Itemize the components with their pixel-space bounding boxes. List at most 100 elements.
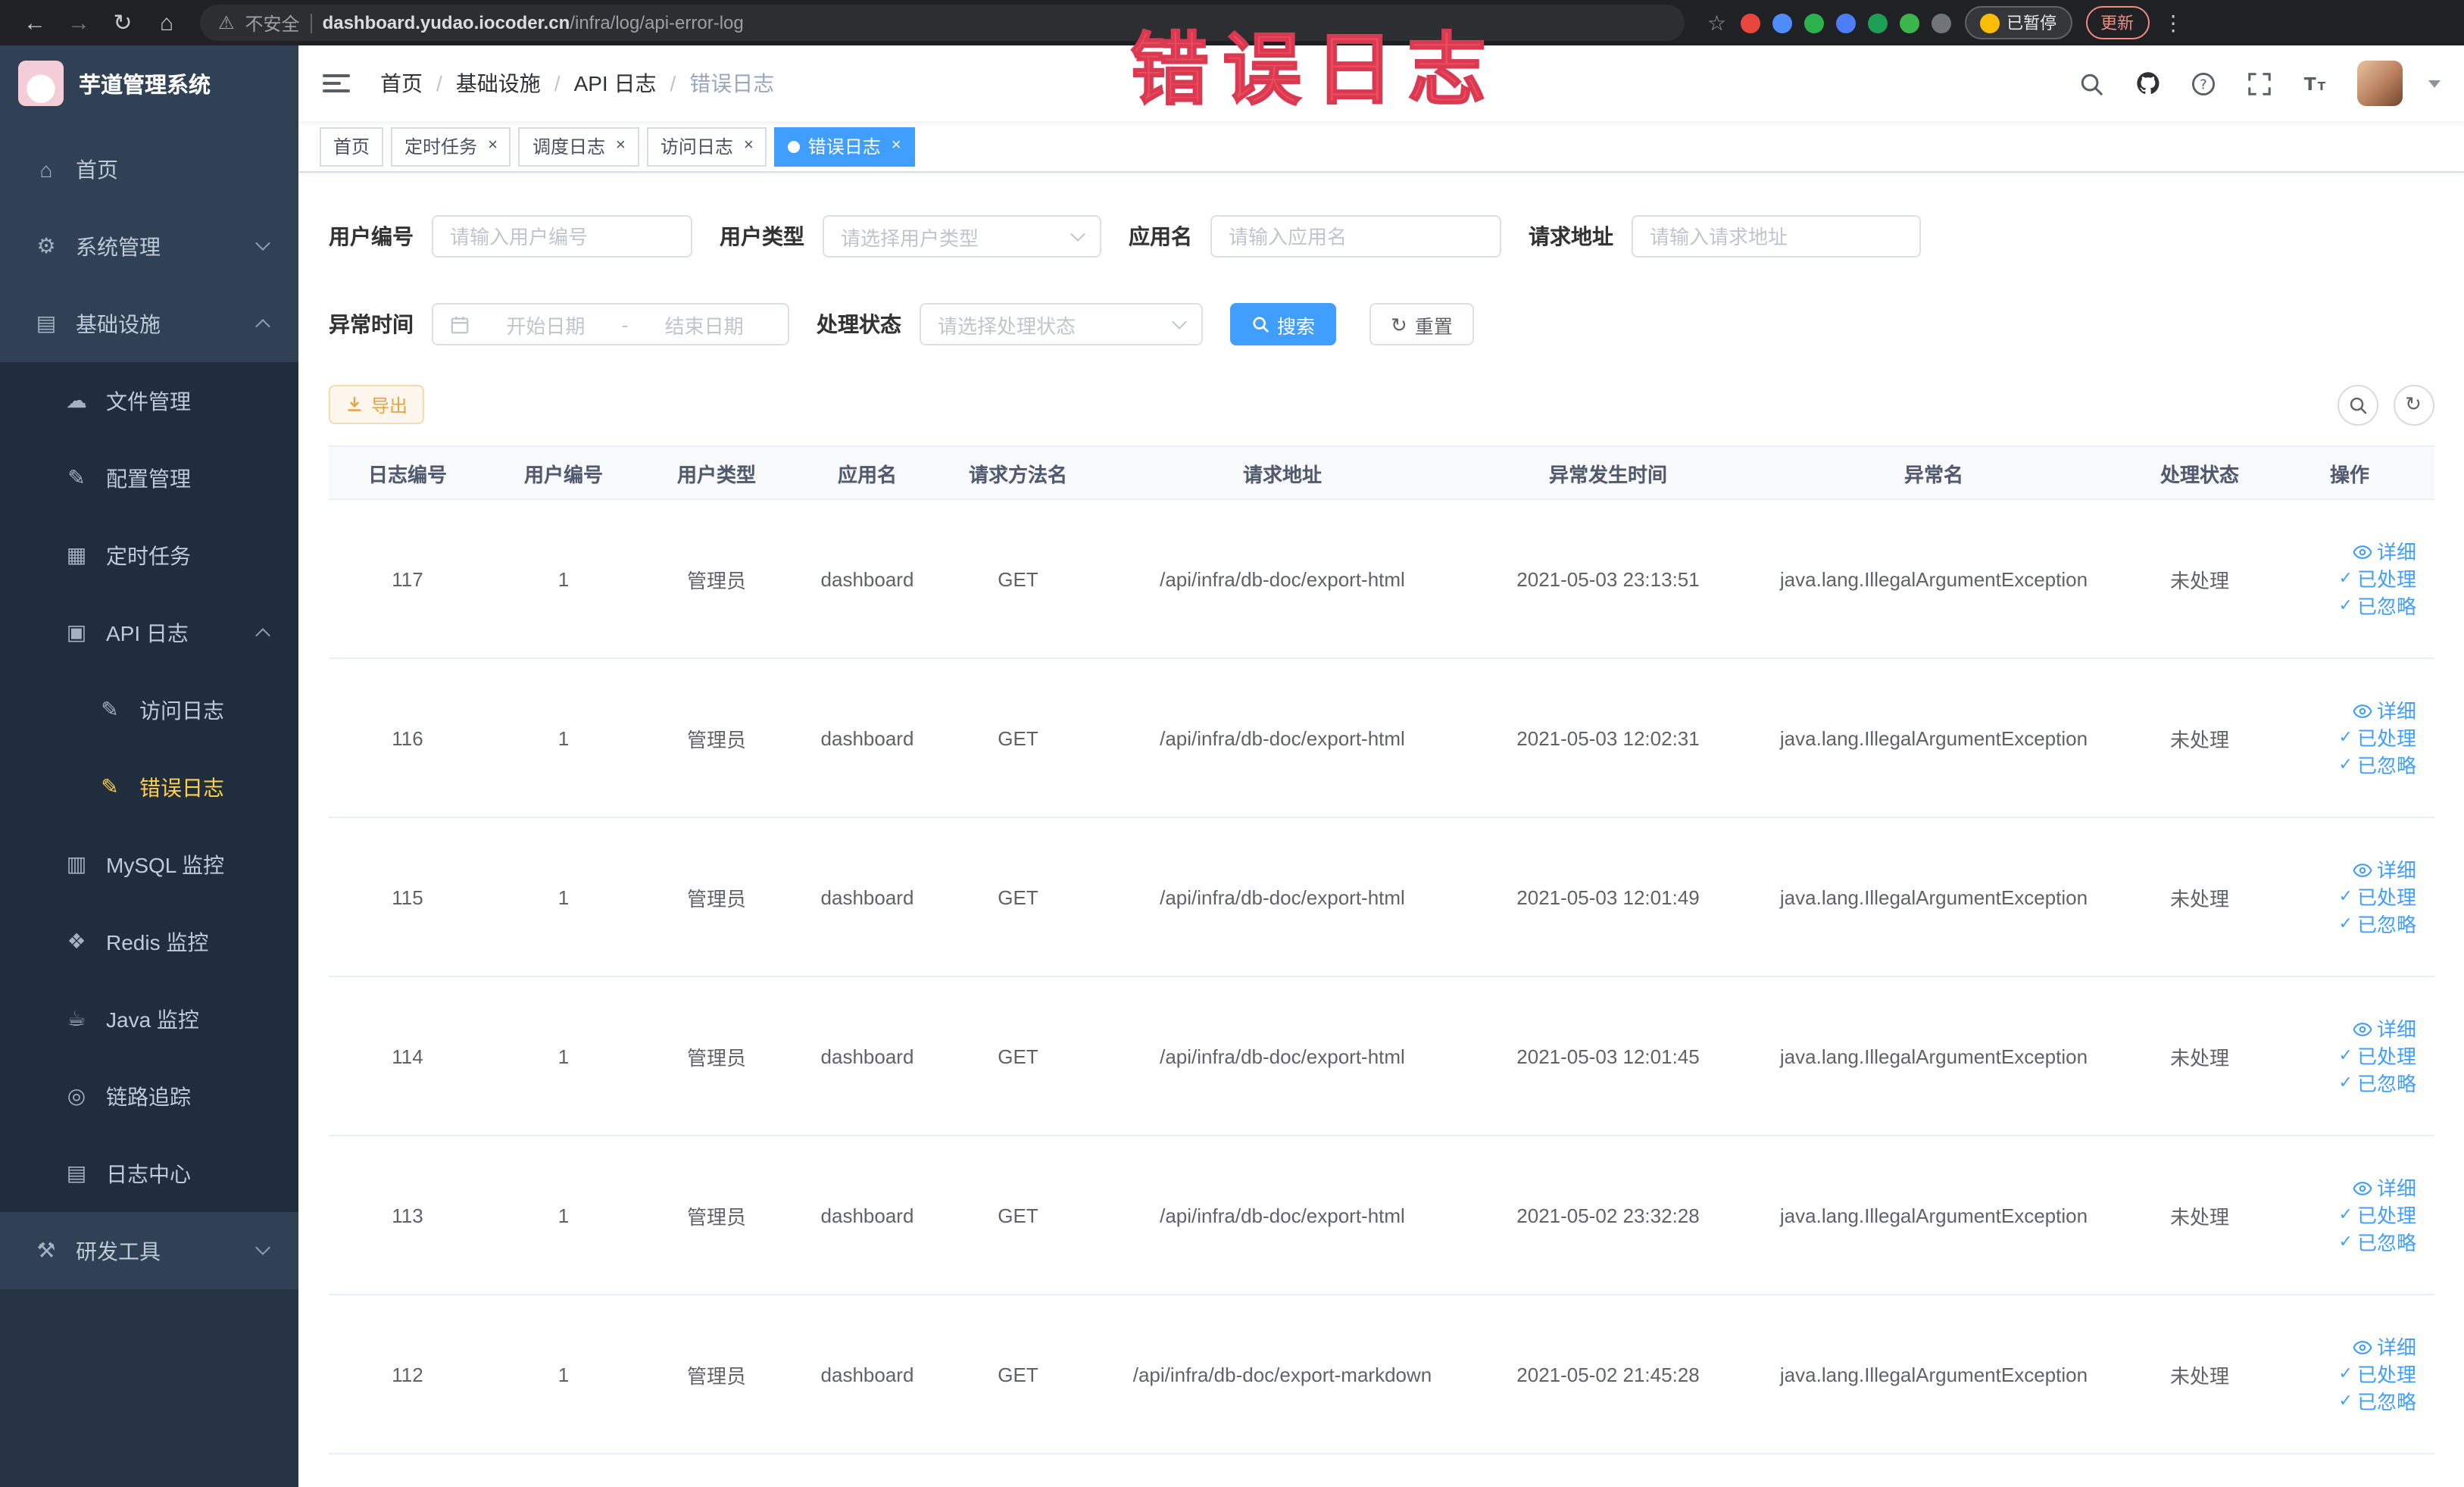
refresh-table-button[interactable]: ↻ [2393,384,2434,425]
github-icon[interactable] [2132,68,2163,98]
request-url-input[interactable] [1632,215,1921,258]
app-name-cell: dashboard [820,1045,914,1067]
tab-错误日志[interactable]: 错误日志 × [774,127,915,166]
processed-link[interactable]: ✓ 已处理 [2339,1205,2416,1225]
check-icon: ✓ [2338,887,2353,905]
tab-首页[interactable]: 首页 [320,127,384,166]
detail-link[interactable]: 详细 [2353,1019,2416,1039]
processed-link[interactable]: ✓ 已处理 [2339,1364,2416,1384]
browser-menu-icon[interactable]: ⋮ [2163,10,2184,36]
sidebar-item-dev-tools[interactable]: ⚒ 研发工具 [0,1212,298,1289]
ignored-link[interactable]: ✓ 已忽略 [2339,1073,2416,1093]
sidebar-item-error-log[interactable]: ✎ 错误日志 [0,748,298,826]
sidebar-item-home[interactable]: ⌂ 首页 [0,130,298,208]
reload-icon[interactable]: ↻ [103,3,142,42]
extension-icon[interactable] [1803,13,1824,33]
ignored-link[interactable]: ✓ 已忽略 [2339,596,2416,616]
processed-link[interactable]: ✓ 已处理 [2339,569,2416,589]
sidebar-item-api-log[interactable]: ▣ API 日志 [0,594,298,671]
update-chip[interactable]: 更新 [2085,6,2150,39]
processed-link[interactable]: ✓ 已处理 [2339,728,2416,748]
ignored-link[interactable]: ✓ 已忽略 [2339,1232,2416,1252]
date-range-picker[interactable]: 开始日期 - 结束日期 [432,303,789,345]
detail-link[interactable]: 详细 [2353,542,2416,561]
help-icon[interactable]: ? [2188,68,2219,98]
action-label: 已忽略 [2356,1072,2416,1093]
detail-link[interactable]: 详细 [2353,1337,2416,1357]
extension-icon[interactable] [1772,13,1792,33]
ignored-link[interactable]: ✓ 已忽略 [2339,914,2416,934]
user-id-input[interactable] [432,215,692,258]
extension-icon[interactable] [1931,13,1951,33]
app-name-input[interactable] [1210,215,1501,258]
action-label: 已忽略 [2356,913,2416,934]
sidebar-item-label: 首页 [76,157,118,181]
extension-icon[interactable] [1899,13,1919,33]
profile-chip[interactable]: 已暂停 [1964,6,2072,39]
tab-定时任务[interactable]: 定时任务 × [391,127,511,166]
search-icon[interactable] [2076,68,2106,98]
breadcrumb-item[interactable]: API 日志 [574,68,657,98]
search-button[interactable]: 搜索 [1230,303,1337,345]
sidebar-item-redis-monitor[interactable]: ❖ Redis 监控 [0,903,298,980]
sidebar-item-access-log[interactable]: ✎ 访问日志 [0,671,298,748]
access-log-icon: ✎ [101,697,119,721]
fullscreen-icon[interactable] [2244,68,2275,98]
tab-调度日志[interactable]: 调度日志 × [518,127,639,166]
breadcrumb-item[interactable]: 基础设施 [456,68,541,98]
check-icon: ✓ [2338,1046,2353,1064]
breadcrumb-item[interactable]: 首页 [380,68,423,98]
tab-访问日志[interactable]: 访问日志 × [646,127,767,166]
back-icon[interactable]: ← [15,3,55,42]
ignored-link[interactable]: ✓ 已忽略 [2339,1392,2416,1411]
app-logo-row[interactable]: 芋道管理系统 [0,45,298,121]
filter-process-status: 处理状态 请选择处理状态 [817,303,1203,345]
forward-icon[interactable]: → [59,3,98,42]
check-icon: ✓ [2338,1392,2353,1410]
sidebar-item-infrastructure[interactable]: ▤ 基础设施 [0,285,298,362]
toggle-search-button[interactable] [2337,384,2378,425]
hamburger-icon[interactable] [323,68,353,98]
reset-button[interactable]: ↻ 重置 [1369,303,1474,345]
navbar-right: ? TT [2076,61,2440,106]
sidebar-item-log-center[interactable]: ▤ 日志中心 [0,1135,298,1212]
extension-icon[interactable] [1867,13,1888,33]
user-type-cell: 管理员 [686,569,746,592]
sidebar-item-link-trace[interactable]: ◎ 链路追踪 [0,1057,298,1135]
close-icon[interactable]: × [892,137,901,155]
processed-link[interactable]: ✓ 已处理 [2339,1046,2416,1066]
close-icon[interactable]: × [744,137,754,155]
close-icon[interactable]: × [488,137,498,155]
check-icon: ✓ [2338,914,2353,932]
exception-name-cell: java.lang.IllegalArgumentException [1779,567,2088,590]
export-button[interactable]: 导出 [329,385,425,424]
user-avatar[interactable] [2356,61,2402,106]
bookmark-star-icon[interactable]: ☆ [1707,10,1726,36]
font-size-icon[interactable]: TT [2300,68,2331,98]
home-icon[interactable]: ⌂ [147,3,186,42]
sidebar-item-scheduled-jobs[interactable]: ▦ 定时任务 [0,517,298,594]
exception-time-cell: 2021-05-03 12:01:45 [1516,1045,1700,1067]
sidebar-item-java-monitor[interactable]: ☕ Java 监控 [0,980,298,1057]
sidebar-item-config-mgmt[interactable]: ✎ 配置管理 [0,439,298,517]
address-bar[interactable]: ⚠ 不安全 dashboard.yudao.iocoder.cn/infra/l… [200,5,1685,41]
request-url-cell: /api/infra/db-doc/export-markdown [1132,1363,1432,1385]
sidebar-item-mysql-monitor[interactable]: ▥ MySQL 监控 [0,826,298,903]
process-status-select[interactable]: 请选择处理状态 [920,303,1203,345]
detail-link[interactable]: 详细 [2353,1178,2416,1198]
extension-icon[interactable] [1835,13,1856,33]
detail-link[interactable]: 详细 [2353,701,2416,720]
detail-link[interactable]: 详细 [2353,860,2416,879]
close-icon[interactable]: × [616,137,626,155]
sidebar-item-system-mgmt[interactable]: ⚙ 系统管理 [0,208,298,285]
avatar-caret-icon[interactable] [2428,80,2440,87]
ignored-link[interactable]: ✓ 已忽略 [2339,755,2416,775]
user-type-select[interactable]: 请选择用户类型 [823,215,1101,258]
status-cell: 未处理 [2169,1364,2229,1387]
sidebar-item-file-mgmt[interactable]: ☁ 文件管理 [0,362,298,439]
exception-name-cell: java.lang.IllegalArgumentException [1779,1204,2088,1226]
processed-link[interactable]: ✓ 已处理 [2339,887,2416,907]
extension-icon[interactable] [1740,13,1760,33]
user-id-cell: 1 [557,1204,570,1226]
actions-cell: 详细 ✓ 已处理 ✓ 已忽略 [2277,1019,2422,1093]
